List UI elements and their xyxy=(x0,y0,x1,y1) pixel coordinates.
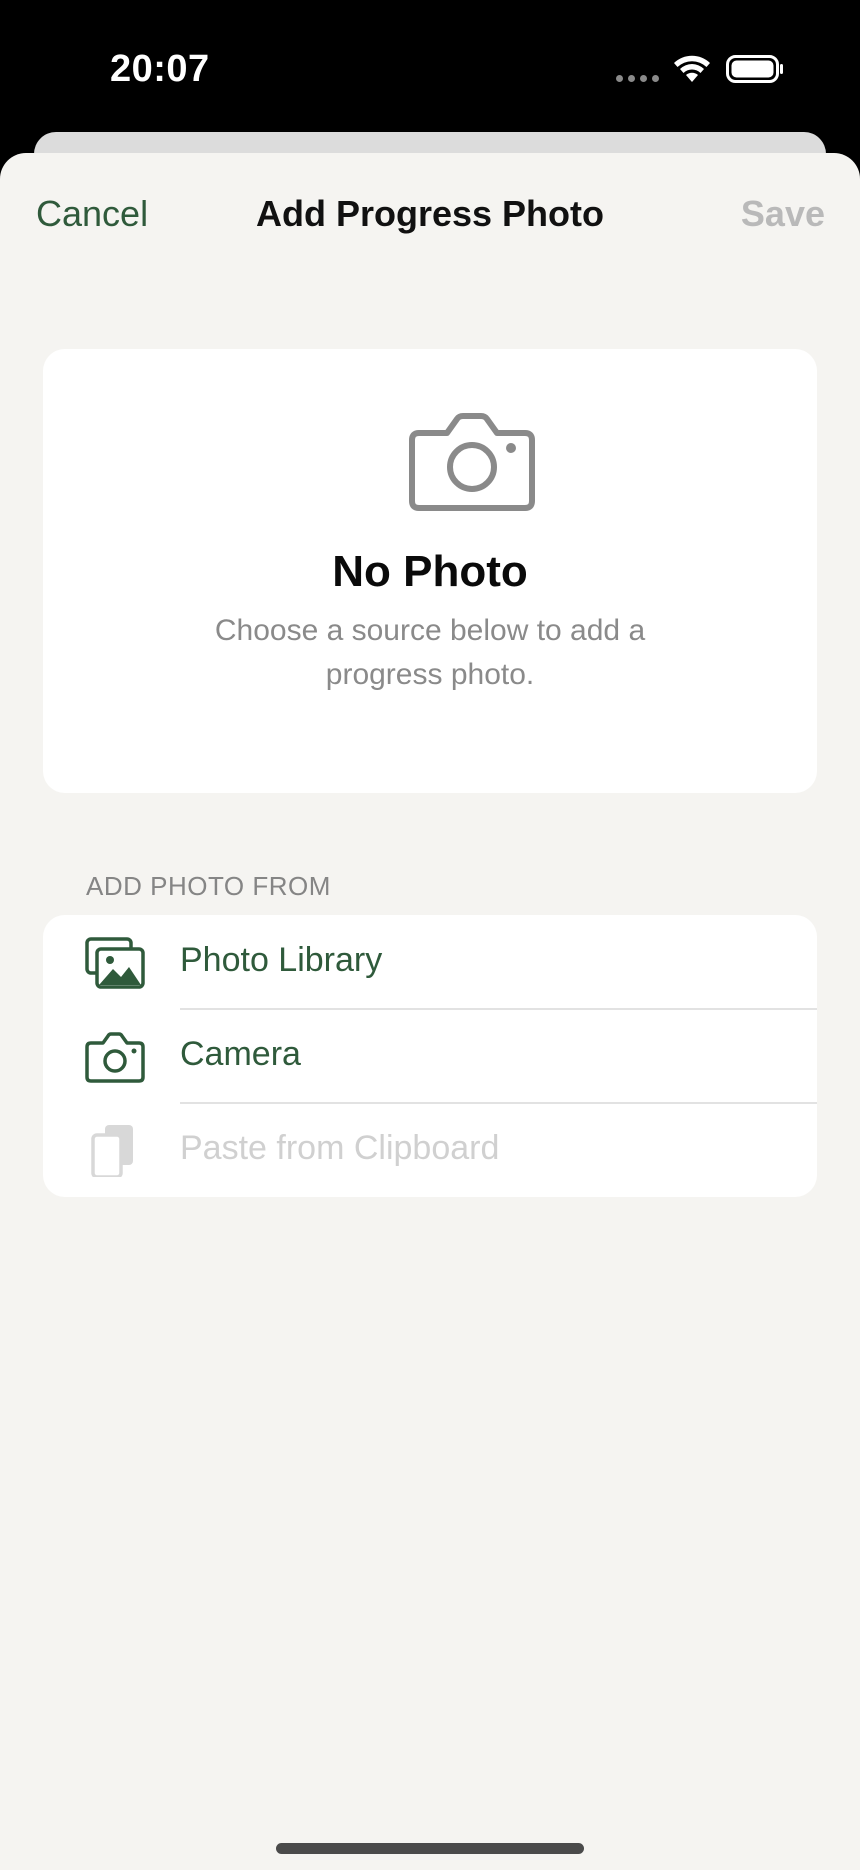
paste-from-clipboard-label: Paste from Clipboard xyxy=(180,1129,500,1167)
camera-icon xyxy=(409,413,535,511)
save-button[interactable]: Save xyxy=(741,193,825,235)
battery-icon xyxy=(726,55,783,83)
photo-source-list: Photo Library Camera Paste from Clipboar… xyxy=(43,915,817,1197)
screen: 20:07 Cancel Add Progress Photo Save No … xyxy=(0,0,860,1870)
status-bar: 20:07 xyxy=(0,0,860,140)
add-photo-sheet: Cancel Add Progress Photo Save No Photo … xyxy=(0,153,860,1870)
camera-icon xyxy=(85,1032,145,1083)
paste-from-clipboard-row[interactable]: Paste from Clipboard xyxy=(43,1103,817,1197)
no-photo-title: No Photo xyxy=(332,547,528,596)
add-photo-from-header: ADD PHOTO FROM xyxy=(86,871,331,901)
clipboard-icon xyxy=(91,1125,133,1177)
photo-placeholder-card: No Photo Choose a source below to add a … xyxy=(43,349,817,793)
camera-label: Camera xyxy=(180,1035,301,1073)
navigation-bar: Cancel Add Progress Photo Save xyxy=(0,153,860,273)
cellular-signal-icon xyxy=(616,75,659,82)
photo-library-label: Photo Library xyxy=(180,941,383,979)
status-time: 20:07 xyxy=(110,48,210,90)
wifi-icon xyxy=(674,55,710,82)
photo-library-icon xyxy=(85,937,145,989)
photo-library-row[interactable]: Photo Library xyxy=(43,915,817,1009)
no-photo-subtitle: Choose a source below to add a progress … xyxy=(214,614,646,691)
camera-row[interactable]: Camera xyxy=(43,1009,817,1103)
page-title: Add Progress Photo xyxy=(255,193,605,234)
home-indicator[interactable] xyxy=(276,1843,584,1854)
